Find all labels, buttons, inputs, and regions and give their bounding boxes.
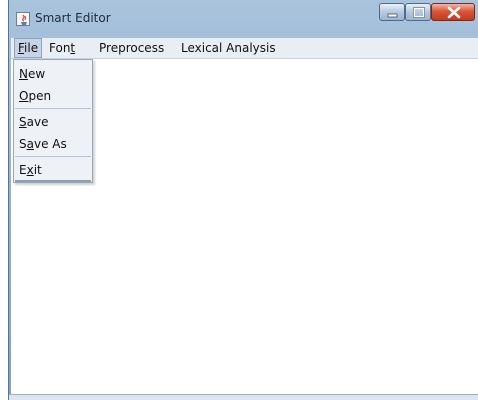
menu-item-exit[interactable]: Exit xyxy=(19,161,42,179)
window-title: Smart Editor xyxy=(35,11,111,25)
menu-item-new[interactable]: New xyxy=(19,65,45,83)
menu-lexical-analysis[interactable]: Lexical Analysis xyxy=(178,38,279,58)
app-window: Smart Editor File Font Preprocess Lexica… xyxy=(8,0,478,400)
java-cup-icon xyxy=(16,12,30,26)
menu-item-save[interactable]: Save xyxy=(19,113,48,131)
client-area: File Font Preprocess Lexical Analysis Ne… xyxy=(11,38,478,400)
window-bottom-border xyxy=(9,394,478,400)
menu-item-save-as[interactable]: Save As xyxy=(19,135,67,153)
menu-bar: File Font Preprocess Lexical Analysis xyxy=(11,38,478,59)
menu-file[interactable]: File xyxy=(14,38,43,58)
close-icon xyxy=(447,6,461,19)
menu-bottom-edge xyxy=(15,180,91,182)
minimize-button[interactable] xyxy=(379,3,405,21)
maximize-icon xyxy=(413,7,425,18)
title-bar[interactable]: Smart Editor xyxy=(9,0,478,36)
menu-separator xyxy=(15,156,91,157)
menu-font[interactable]: Font xyxy=(46,38,78,58)
minimize-icon xyxy=(387,13,398,18)
close-button[interactable] xyxy=(431,3,475,21)
maximize-button[interactable] xyxy=(405,3,431,21)
menu-item-open[interactable]: Open xyxy=(19,87,51,105)
menu-separator xyxy=(15,108,91,109)
file-menu-dropdown: New Open Save Save As Exit xyxy=(13,59,93,183)
menu-preprocess[interactable]: Preprocess xyxy=(96,38,167,58)
